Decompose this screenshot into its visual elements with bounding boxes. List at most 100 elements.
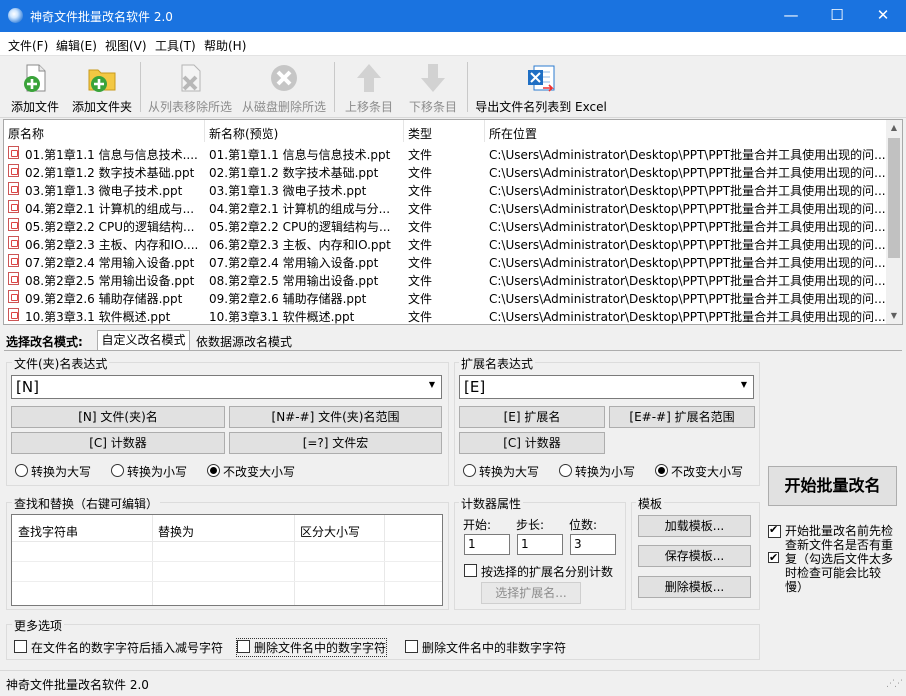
- cell-new-name: 03.第1章1.3 微电子技术.ppt: [209, 184, 367, 198]
- maximize-button[interactable]: ☐: [814, 0, 860, 32]
- toolbar-separator: [334, 62, 335, 112]
- ext-expression-value: [E]: [464, 378, 486, 396]
- col-divider[interactable]: [204, 120, 205, 142]
- counter-start-label: 开始:: [463, 518, 492, 532]
- app-icon: [8, 8, 23, 23]
- start-rename-button[interactable]: 开始批量改名: [768, 466, 897, 506]
- menu-edit[interactable]: 编辑(E): [56, 37, 97, 54]
- table-row[interactable]: 02.第1章1.2 数字技术基础.ppt 02.第1章1.2 数字技术基础.ppt…: [4, 162, 887, 180]
- move-down-label: 下移条目: [408, 100, 457, 114]
- table-row[interactable]: 10.第3章3.1 软件概述.ppt 10.第3章3.1 软件概述.ppt 文件 C:…: [4, 306, 887, 324]
- cell-location: C:\Users\Administrator\Desktop\PPT\PPT批量…: [489, 274, 885, 288]
- delete-from-disk-button[interactable]: 从磁盘删除所选: [239, 58, 329, 116]
- file-list[interactable]: 原名称 新名称(预览) 类型 所在位置 01.第1章1.1 信息与信息技术...…: [3, 119, 903, 325]
- minimize-button[interactable]: —: [768, 0, 814, 32]
- ppt-file-icon: [8, 236, 19, 249]
- save-template-button[interactable]: 保存模板...: [638, 545, 751, 567]
- export-excel-button[interactable]: 导出文件名列表到 Excel: [474, 58, 608, 116]
- col-original-name[interactable]: 原名称: [8, 125, 44, 142]
- col-new-name[interactable]: 新名称(预览): [209, 125, 278, 142]
- ext-uppercase-radio[interactable]: 转换为大写: [463, 463, 539, 480]
- col-divider: [384, 515, 385, 605]
- insert-name-button[interactable]: [N] 文件(夹)名: [11, 406, 225, 428]
- cell-type: 文件: [408, 310, 433, 324]
- scroll-down-icon[interactable]: ▼: [886, 308, 902, 324]
- remove-from-list-button[interactable]: 从列表移除所选: [145, 58, 235, 116]
- find-replace-table[interactable]: 查找字符串 替换为 区分大小写: [11, 514, 443, 606]
- col-divider[interactable]: [403, 120, 404, 142]
- tab-datasource-mode[interactable]: 依数据源改名模式: [196, 333, 292, 350]
- col-location[interactable]: 所在位置: [489, 125, 537, 142]
- move-up-button[interactable]: 上移条目: [340, 58, 398, 116]
- per-ext-count-checkbox[interactable]: 按选择的扩展名分别计数: [464, 563, 613, 580]
- ppt-file-icon: [8, 290, 19, 303]
- check-duplicates-checkbox[interactable]: ✔ 开始批量改名前先检查新文件名是否有重复（勾选后文件太多时检查可能会比较慢）: [768, 523, 898, 594]
- tab-custom-mode[interactable]: 自定义改名模式: [97, 330, 190, 351]
- table-row[interactable]: 09.第2章2.6 辅助存储器.ppt 09.第2章2.6 辅助存储器.ppt 文件…: [4, 288, 887, 306]
- remove-digits-checkbox[interactable]: 删除文件名中的数字字符: [235, 638, 388, 657]
- remove-non-digits-checkbox[interactable]: 删除文件名中的非数字字符: [405, 639, 566, 656]
- cell-type: 文件: [408, 292, 433, 306]
- insert-hyphen-checkbox[interactable]: 在文件名的数字字符后插入减号字符: [14, 639, 223, 656]
- table-row[interactable]: 07.第2章2.4 常用输入设备.ppt 07.第2章2.4 常用输入设备.ppt…: [4, 252, 887, 270]
- scroll-up-icon[interactable]: ▲: [886, 120, 902, 136]
- delete-template-button[interactable]: 删除模板...: [638, 576, 751, 598]
- cell-type: 文件: [408, 256, 433, 270]
- ppt-file-icon: [8, 146, 19, 159]
- menu-file[interactable]: 文件(F): [8, 37, 48, 54]
- cell-type: 文件: [408, 220, 433, 234]
- name-uppercase-radio[interactable]: 转换为大写: [15, 463, 91, 480]
- insert-macro-button[interactable]: [=?] 文件宏: [229, 432, 442, 454]
- counter-title: 计数器属性: [459, 495, 524, 512]
- table-row[interactable]: 06.第2章2.3 主板、内存和IO.... 06.第2章2.3 主板、内存和IO…: [4, 234, 887, 252]
- insert-ext-button[interactable]: [E] 扩展名: [459, 406, 605, 428]
- col-divider[interactable]: [484, 120, 485, 142]
- table-row[interactable]: 08.第2章2.5 常用输出设备.ppt 08.第2章2.5 常用输出设备.ppt…: [4, 270, 887, 288]
- insert-counter-button[interactable]: [C] 计数器: [11, 432, 225, 454]
- name-expression-combo[interactable]: [N] ▼: [11, 375, 442, 399]
- cell-original-name: 06.第2章2.3 主板、内存和IO....: [25, 238, 199, 252]
- counter-step-input[interactable]: 1: [517, 534, 563, 555]
- insert-ext-range-button[interactable]: [E#-#] 扩展名范围: [609, 406, 755, 428]
- cell-original-name: 03.第1章1.3 微电子技术.ppt: [25, 184, 183, 198]
- ext-lowercase-radio[interactable]: 转换为小写: [559, 463, 635, 480]
- cell-new-name: 02.第1章1.2 数字技术基础.ppt: [209, 166, 379, 180]
- table-row[interactable]: 03.第1章1.3 微电子技术.ppt 03.第1章1.3 微电子技术.ppt 文件…: [4, 180, 887, 198]
- delete-icon: [271, 65, 297, 91]
- menu-tools[interactable]: 工具(T): [155, 37, 196, 54]
- name-expression-title: 文件(夹)名表达式: [12, 355, 110, 372]
- counter-start-input[interactable]: 1: [464, 534, 510, 555]
- add-folder-button[interactable]: 添加文件夹: [70, 58, 134, 116]
- close-button[interactable]: ✕: [860, 0, 906, 32]
- cell-type: 文件: [408, 184, 433, 198]
- ppt-file-icon: [8, 254, 19, 267]
- load-template-button[interactable]: 加载模板...: [638, 515, 751, 537]
- cell-location: C:\Users\Administrator\Desktop\PPT\PPT批量…: [489, 202, 885, 216]
- insert-ext-counter-button[interactable]: [C] 计数器: [459, 432, 605, 454]
- chevron-down-icon[interactable]: ▼: [429, 380, 435, 389]
- cell-original-name: 04.第2章2.1 计算机的组成与...: [25, 202, 195, 216]
- counter-digits-input[interactable]: 3: [570, 534, 616, 555]
- add-file-button[interactable]: 添加文件: [6, 58, 64, 116]
- insert-name-range-button[interactable]: [N#-#] 文件(夹)名范围: [229, 406, 442, 428]
- table-row[interactable]: 04.第2章2.1 计算机的组成与... 04.第2章2.1 计算机的组成与分..…: [4, 198, 887, 216]
- cell-location: C:\Users\Administrator\Desktop\PPT\PPT批量…: [489, 184, 885, 198]
- select-extension-button[interactable]: 选择扩展名...: [481, 582, 581, 604]
- ext-expression-combo[interactable]: [E] ▼: [459, 375, 754, 399]
- name-lowercase-radio[interactable]: 转换为小写: [111, 463, 187, 480]
- ext-keepcase-radio[interactable]: 不改变大小写: [655, 463, 743, 480]
- resize-grip-icon[interactable]: ⋰⋰: [886, 679, 903, 689]
- table-row[interactable]: 05.第2章2.2 CPU的逻辑结构... 05.第2章2.2 CPU的逻辑结构与…: [4, 216, 887, 234]
- chevron-down-icon[interactable]: ▼: [741, 380, 747, 389]
- scrollbar-thumb[interactable]: [888, 138, 900, 258]
- name-keepcase-radio[interactable]: 不改变大小写: [207, 463, 295, 480]
- menu-help[interactable]: 帮助(H): [204, 37, 246, 54]
- menu-view[interactable]: 视图(V): [105, 37, 147, 54]
- col-type[interactable]: 类型: [408, 125, 432, 142]
- list-scrollbar[interactable]: ▲ ▼: [886, 120, 902, 324]
- col-divider: [294, 515, 295, 605]
- table-row[interactable]: 01.第1章1.1 信息与信息技术.... 01.第1章1.1 信息与信息技术.p…: [4, 144, 887, 162]
- add-folder-label: 添加文件夹: [71, 100, 132, 114]
- col-case-sensitive: 区分大小写: [300, 525, 361, 539]
- move-down-button[interactable]: 下移条目: [404, 58, 462, 116]
